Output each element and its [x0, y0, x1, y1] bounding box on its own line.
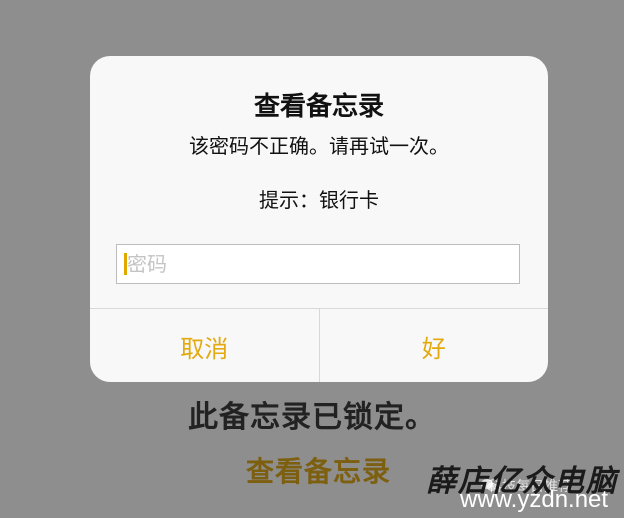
- password-input[interactable]: [116, 244, 520, 284]
- dialog-button-row: 取消 好: [90, 308, 548, 382]
- dialog-message: 该密码不正确。请再试一次。: [189, 134, 449, 158]
- cancel-button[interactable]: 取消: [90, 309, 319, 382]
- view-note-link[interactable]: 查看备忘录: [246, 450, 391, 490]
- password-alert-dialog: 查看备忘录 该密码不正确。请再试一次。 提示：银行卡 取消 好: [90, 56, 548, 382]
- password-hint: 提示：银行卡: [259, 188, 379, 212]
- dialog-title: 查看备忘录: [253, 92, 384, 122]
- text-cursor: [124, 253, 127, 275]
- watermark-url: www.yzdn.net: [460, 486, 609, 513]
- ok-button[interactable]: 好: [318, 309, 549, 382]
- locked-message: 此备忘录已锁定。: [188, 400, 436, 435]
